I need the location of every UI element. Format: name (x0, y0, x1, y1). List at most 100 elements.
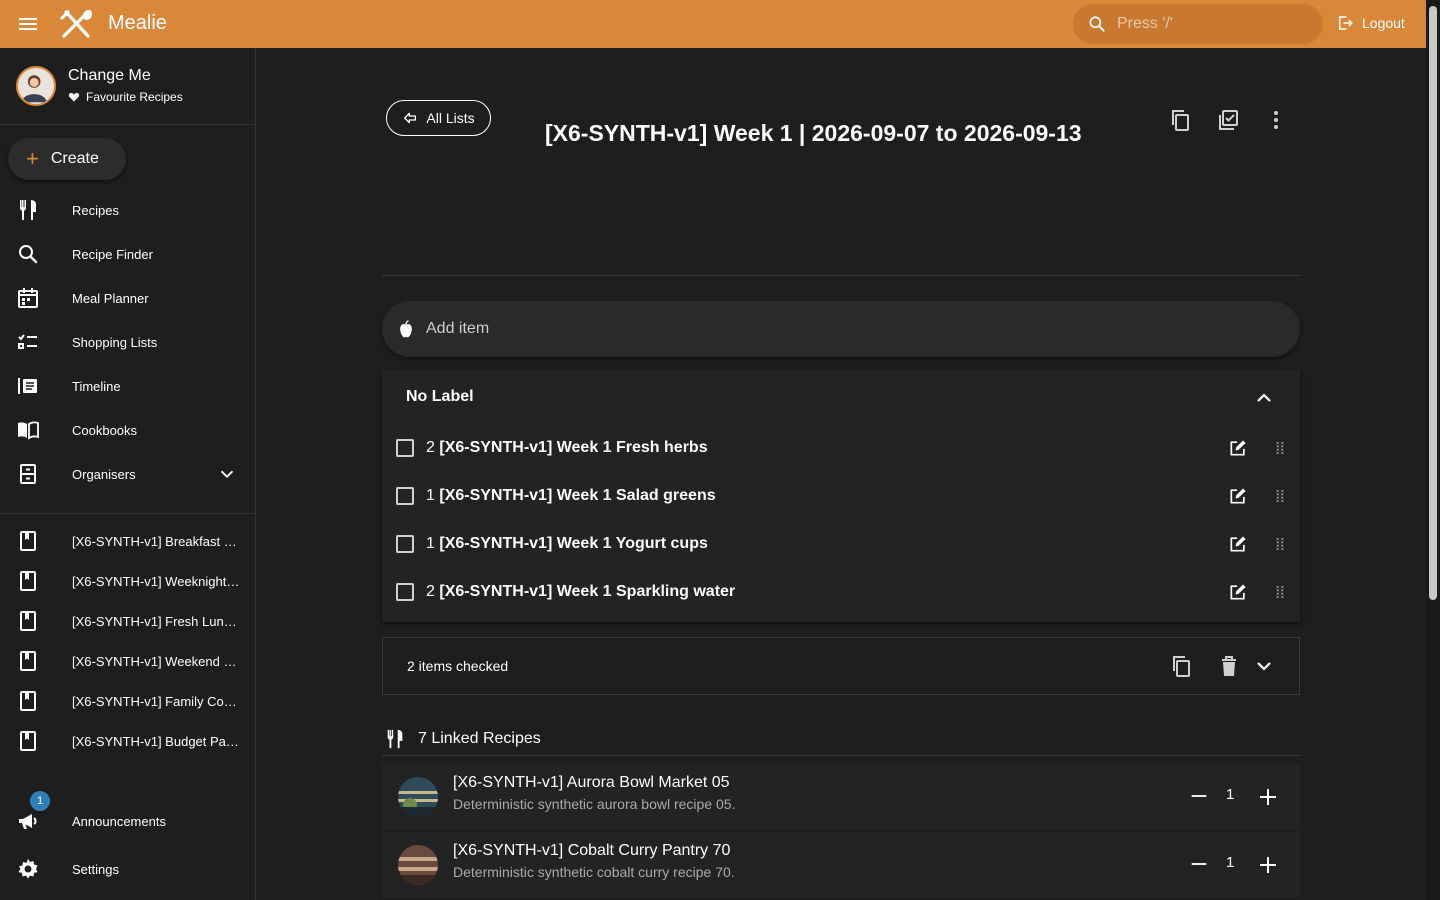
edit-icon[interactable] (1228, 486, 1248, 506)
sidebar-cookbook-item[interactable]: [X6-SYNTH-v1] Breakfast Bakes (0, 519, 255, 563)
sidebar-cookbook-item[interactable]: [X6-SYNTH-v1] Fresh Lunches (0, 599, 255, 643)
all-lists-label: All Lists (426, 110, 475, 126)
create-button[interactable]: + Create (8, 138, 126, 180)
minus-icon[interactable] (1188, 853, 1210, 875)
item-quantity: 2 (426, 439, 435, 456)
item-quantity: 2 (426, 583, 435, 600)
search-field[interactable] (1073, 4, 1323, 44)
divider (382, 755, 1300, 756)
check-all-button[interactable] (1214, 106, 1242, 134)
sidebar-item-label: [X6-SYNTH-v1] Weeknight Dinners (72, 573, 240, 589)
favourite-recipes-link[interactable]: Favourite Recipes (68, 90, 183, 104)
divider (0, 513, 255, 514)
plus-icon[interactable] (1256, 785, 1280, 809)
checked-items-label: 2 items checked (407, 658, 509, 674)
item-quantity: 1 (426, 487, 435, 504)
delete-checked-button[interactable] (1215, 652, 1243, 680)
linked-recipes-header: 7 Linked Recipes (384, 728, 541, 750)
sidebar-cookbook-item[interactable]: [X6-SYNTH-v1] Weeknight Dinners (0, 559, 255, 603)
sidebar-item-label: Recipe Finder (72, 246, 153, 262)
timeline-icon (18, 378, 37, 394)
copy-list-button[interactable] (1166, 106, 1194, 134)
apple-icon (400, 320, 412, 338)
menu-icon[interactable] (16, 12, 40, 36)
recipe-name[interactable]: [X6-SYNTH-v1] Cobalt Curry Pantry 70 (453, 842, 730, 860)
bookmark-book-icon (20, 651, 36, 671)
plus-icon: + (26, 146, 39, 171)
sidebar-item-timeline[interactable]: Timeline (0, 364, 255, 408)
all-lists-button[interactable]: All Lists (386, 100, 491, 136)
item-checkbox[interactable] (396, 583, 414, 601)
copy-checked-button[interactable] (1167, 652, 1195, 680)
edit-icon[interactable] (1228, 438, 1248, 458)
add-item-button[interactable]: Add item (382, 301, 1300, 357)
drag-handle-icon[interactable] (1270, 534, 1290, 554)
search-input[interactable] (1117, 15, 1307, 33)
sidebar-item-recipes[interactable]: Recipes (0, 188, 255, 232)
checkbox-multiple-icon (1219, 110, 1238, 130)
page-scrollbar-thumb[interactable] (1429, 6, 1437, 600)
recipe-quantity: 1 (1226, 854, 1235, 871)
megaphone-icon (19, 814, 37, 829)
sidebar-cookbook-item[interactable]: [X6-SYNTH-v1] Weekend Brunch (0, 639, 255, 683)
linked-recipe-row[interactable]: [X6-SYNTH-v1] Cobalt Curry Pantry 70 Det… (382, 832, 1300, 898)
edit-icon[interactable] (1228, 534, 1248, 554)
sidebar-cookbook-item[interactable]: [X6-SYNTH-v1] Family Comfort (0, 679, 255, 723)
user-name[interactable]: Change Me (68, 67, 151, 85)
fork-knife-icon (20, 200, 36, 220)
file-cabinet-icon (20, 464, 36, 484)
item-name: [X6-SYNTH-v1] Week 1 Salad greens (439, 487, 716, 504)
recipe-description: Deterministic synthetic aurora bowl reci… (453, 796, 736, 812)
label-group-title: No Label (406, 388, 474, 405)
recipe-thumbnail (398, 845, 438, 885)
logout-label: Logout (1362, 15, 1405, 31)
list-item: 2 [X6-SYNTH-v1] Week 1 Fresh herbs (382, 424, 1300, 472)
sidebar-item-label: Cookbooks (72, 422, 138, 438)
sidebar-item-announcements[interactable]: 1 Announcements (0, 791, 255, 843)
linked-recipe-row[interactable]: [X6-SYNTH-v1] Aurora Bowl Market 05 Dete… (382, 764, 1300, 830)
drag-handle-icon[interactable] (1270, 438, 1290, 458)
mealie-logo-icon[interactable] (58, 6, 94, 42)
app-bar: Mealie Logout (0, 0, 1426, 48)
add-item-label: Add item (426, 320, 490, 337)
expand-checked-button[interactable] (1250, 652, 1278, 680)
sidebar-item-recipe-finder[interactable]: Recipe Finder (0, 232, 255, 276)
drag-handle-icon[interactable] (1270, 582, 1290, 602)
item-checkbox[interactable] (396, 439, 414, 457)
sidebar-item-cookbooks[interactable]: Cookbooks (0, 408, 255, 452)
chevron-down-icon[interactable] (216, 463, 238, 485)
favourite-recipes-label: Favourite Recipes (86, 90, 183, 104)
checked-items-panel[interactable]: 2 items checked (382, 637, 1300, 695)
item-checkbox[interactable] (396, 535, 414, 553)
item-text: 2 [X6-SYNTH-v1] Week 1 Fresh herbs (426, 439, 708, 457)
label-group-panel: No Label 2 [X6-SYNTH-v1] Week 1 Fresh he… (382, 370, 1300, 622)
more-options-button[interactable] (1262, 106, 1290, 134)
sidebar-item-label: [X6-SYNTH-v1] Budget Pantry (72, 733, 240, 749)
chevron-up-icon[interactable] (1252, 386, 1276, 410)
minus-icon[interactable] (1188, 785, 1210, 807)
bookmark-book-icon (20, 691, 36, 711)
sidebar-cookbook-item[interactable]: [X6-SYNTH-v1] Budget Pantry (0, 719, 255, 763)
plus-icon[interactable] (1256, 853, 1280, 877)
sidebar-item-label: Announcements (72, 813, 166, 829)
sidebar-item-settings[interactable]: Settings (0, 847, 255, 891)
item-quantity: 1 (426, 535, 435, 552)
dots-vertical-icon (1274, 111, 1278, 129)
sidebar-item-organisers[interactable]: Organisers (0, 452, 255, 496)
page-title: [X6-SYNTH-v1] Week 1 | 2026-09-07 to 202… (545, 120, 1082, 146)
app-brand[interactable]: Mealie (108, 12, 167, 35)
edit-icon[interactable] (1228, 582, 1248, 602)
sidebar-item-meal-planner[interactable]: Meal Planner (0, 276, 255, 320)
item-text: 1 [X6-SYNTH-v1] Week 1 Yogurt cups (426, 535, 708, 553)
item-name: [X6-SYNTH-v1] Week 1 Sparkling water (439, 583, 736, 600)
recipe-name[interactable]: [X6-SYNTH-v1] Aurora Bowl Market 05 (453, 774, 730, 792)
sidebar: Change Me Favourite Recipes + Create Rec… (0, 48, 256, 900)
item-checkbox[interactable] (396, 487, 414, 505)
drag-handle-icon[interactable] (1270, 486, 1290, 506)
logout-button[interactable]: Logout (1336, 14, 1405, 32)
sidebar-item-label: Timeline (72, 378, 121, 394)
gear-icon (18, 859, 38, 879)
sidebar-item-shopping-lists[interactable]: Shopping Lists (0, 320, 255, 364)
bookmark-book-icon (20, 611, 36, 631)
avatar[interactable] (16, 66, 56, 106)
